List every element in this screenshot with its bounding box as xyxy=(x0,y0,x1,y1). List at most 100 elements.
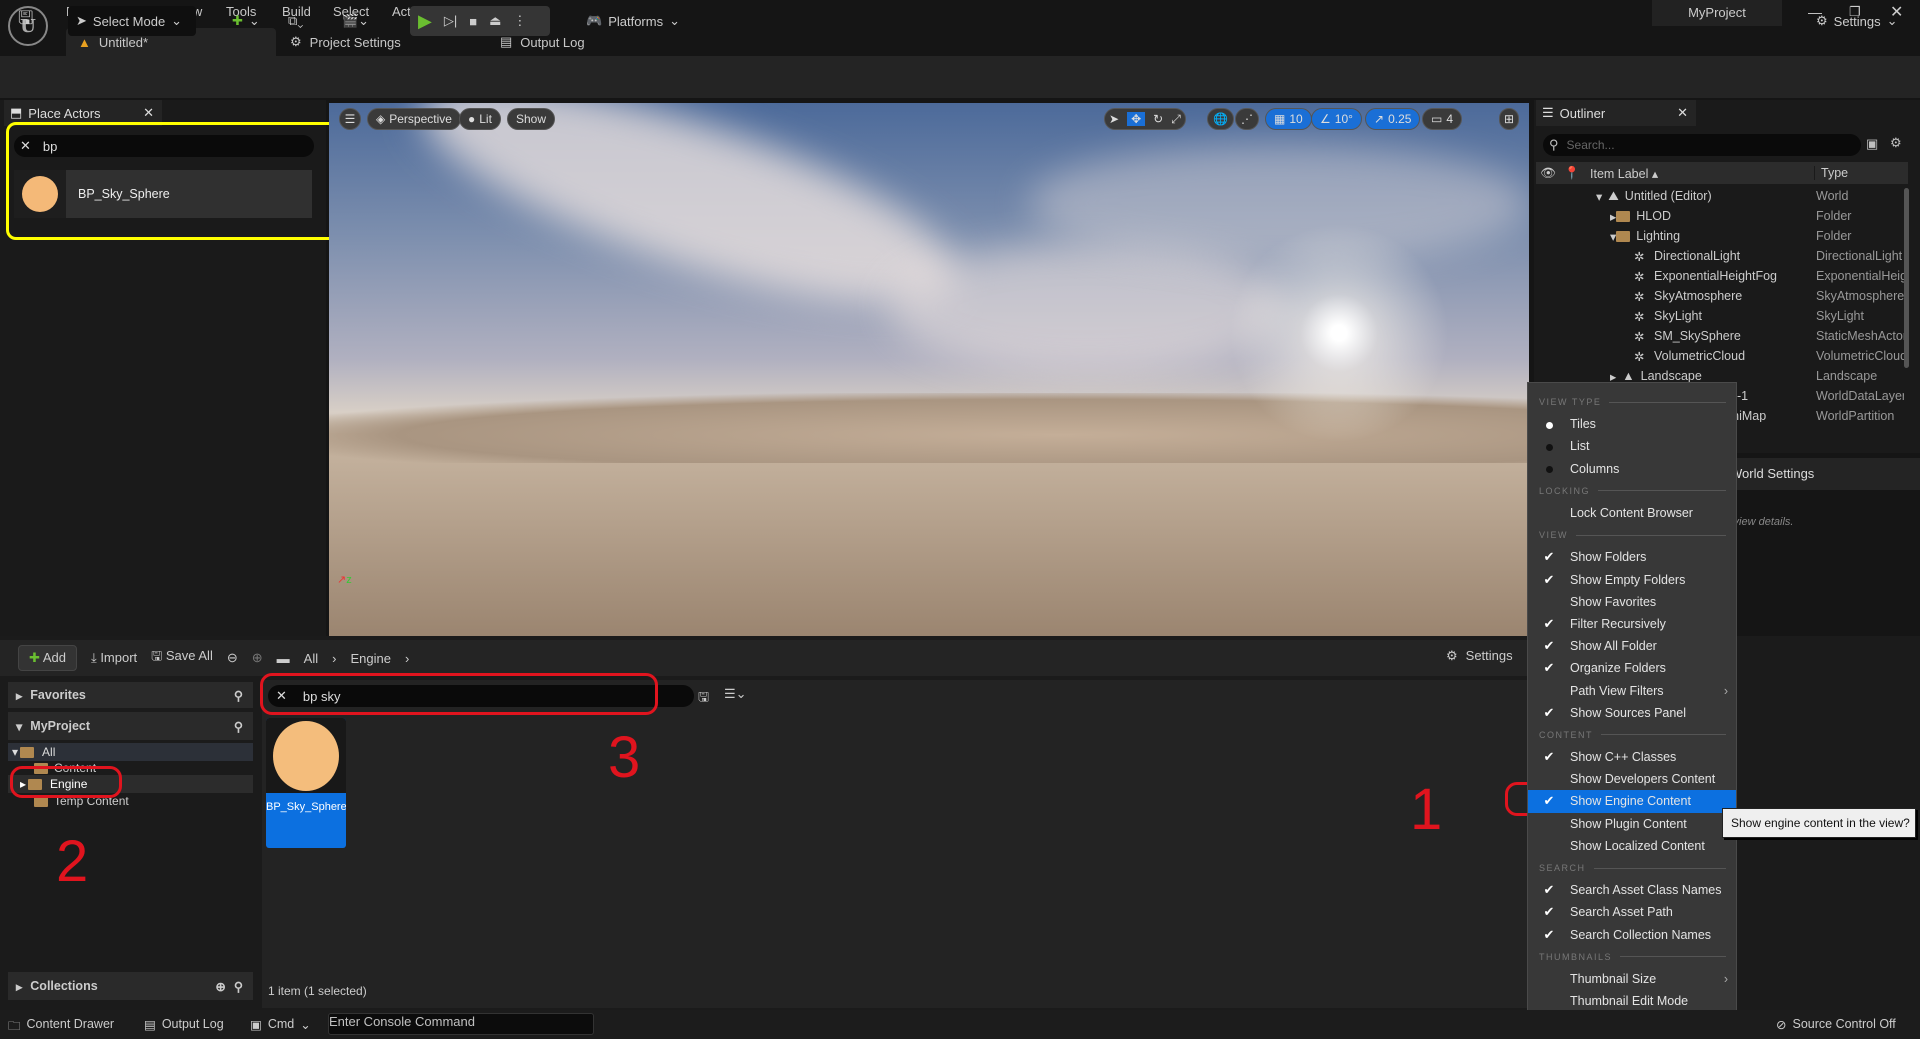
outliner-search[interactable]: ⚲ Search... xyxy=(1543,134,1861,156)
console-command-input[interactable]: Enter Console Command xyxy=(328,1013,594,1035)
rotation-snap[interactable]: ∠ 10° xyxy=(1311,108,1362,130)
menu-item[interactable]: Thumbnail Size › xyxy=(1528,968,1736,990)
world-settings-tab[interactable]: World Settings xyxy=(1730,466,1814,481)
favorites-section[interactable]: ▸ Favorites ⚲ xyxy=(8,682,253,708)
menu-item[interactable]: Columns xyxy=(1528,458,1736,480)
menu-item[interactable]: ✔ Search Collection Names xyxy=(1528,924,1736,946)
menu-item[interactable]: ✔ Show Folders xyxy=(1528,546,1736,568)
outliner-tab[interactable]: ☰ Outliner ✕ xyxy=(1536,100,1696,126)
rotate-icon[interactable]: ↻ xyxy=(1153,112,1163,126)
menu-item[interactable]: Show Developers Content xyxy=(1528,768,1736,790)
search-icon[interactable]: ⚲ xyxy=(234,979,243,994)
expand-icon[interactable]: ▾ xyxy=(1596,189,1602,204)
world-local-toggle[interactable]: 🌐 xyxy=(1207,108,1234,130)
stop-icon[interactable]: ■ xyxy=(469,14,477,29)
breadcrumb-all[interactable]: All xyxy=(304,651,318,666)
add-folder-icon[interactable]: ▣ xyxy=(1866,136,1878,152)
outliner-row[interactable]: ✲ DirectionalLight DirectionalLight xyxy=(1536,246,1906,266)
import-button[interactable]: ⤓ Import xyxy=(91,650,137,666)
add-collection-icon[interactable]: ⊕ xyxy=(215,979,225,994)
lit-button[interactable]: ● Lit xyxy=(459,108,501,130)
more-icon[interactable]: ⋮ xyxy=(513,13,526,29)
outliner-row[interactable]: ✲ SM_SkySphere StaticMeshActor xyxy=(1536,326,1906,346)
viewport-menu-button[interactable]: ☰ xyxy=(339,108,361,130)
grid-snap[interactable]: ▦ 10 xyxy=(1265,108,1312,130)
select-mode-dropdown[interactable]: ➤ Select Mode ⌄ xyxy=(68,6,196,36)
gear-icon[interactable]: ⚙ xyxy=(1890,135,1902,151)
menu-item[interactable]: Show Favorites xyxy=(1528,591,1736,613)
close-icon[interactable]: ✕ xyxy=(1677,105,1688,121)
menu-item[interactable]: ✔ Search Asset Path xyxy=(1528,901,1736,923)
menu-item[interactable]: ✔ Show Engine Content xyxy=(1528,790,1736,813)
outliner-row[interactable]: ✲ VolumetricCloud VolumetricCloud xyxy=(1536,346,1906,366)
view-options-menu: VIEW TYPE Tiles List Columns LOCKING Lock Con… xyxy=(1527,382,1737,1039)
platforms-button[interactable]: 🎮 Platforms ⌄ xyxy=(578,6,688,36)
menu-item[interactable]: ✔ Show All Folder xyxy=(1528,635,1736,657)
menu-item[interactable]: ✔ Show C++ Classes xyxy=(1528,746,1736,768)
cmd-dropdown[interactable]: ▣ Cmd ⌄ xyxy=(250,1017,311,1032)
cinematics-button[interactable]: 🎬⌄ xyxy=(334,6,377,36)
menu-item[interactable]: Lock Content Browser xyxy=(1528,502,1736,524)
filter-icon[interactable]: ☰⌄ xyxy=(724,686,747,702)
save-search-icon[interactable]: 🖫 xyxy=(698,688,709,710)
scale-snap[interactable]: ↗ 0.25 xyxy=(1365,108,1421,130)
surface-snap[interactable]: ⋰ xyxy=(1235,108,1259,130)
select-icon[interactable]: ➤ xyxy=(1109,112,1119,126)
tree-item-all[interactable]: ▾ All xyxy=(8,743,253,761)
item-label-header[interactable]: Item Label ▴ xyxy=(1584,166,1814,181)
menu-item[interactable]: ✔ Organize Folders xyxy=(1528,657,1736,679)
save-icon[interactable]: 🖫 xyxy=(10,6,41,36)
menu-item[interactable]: ✔ Show Empty Folders xyxy=(1528,569,1736,591)
content-drawer-button[interactable]: 🗀 Content Drawer xyxy=(8,1017,114,1038)
menu-item[interactable]: ✔ Filter Recursively xyxy=(1528,613,1736,635)
outliner-scrollbar[interactable] xyxy=(1904,188,1909,368)
menu-item-label: Show Sources Panel xyxy=(1570,705,1687,720)
menu-item[interactable]: Tiles xyxy=(1528,413,1736,435)
source-control-button[interactable]: ⊘ Source Control Off xyxy=(1776,1017,1896,1032)
menu-item[interactable]: Path View Filters › xyxy=(1528,679,1736,701)
outliner-row[interactable]: ✲ ExponentialHeightFog ExponentialHeightFo… xyxy=(1536,266,1906,286)
add-actor-button[interactable]: ✚ ⌄ xyxy=(224,6,268,36)
layout-button[interactable]: ⊞ xyxy=(1499,108,1520,130)
pin-icon[interactable]: 📍 xyxy=(1560,166,1584,181)
menu-item[interactable]: Thumbnail Edit Mode xyxy=(1528,990,1736,1012)
save-all-button[interactable]: 🖫 Save All xyxy=(151,647,213,669)
perspective-button[interactable]: ◈ Perspective xyxy=(367,108,461,130)
content-settings-button[interactable]: ⚙ Settings xyxy=(1446,648,1513,664)
search-icon[interactable]: ⚲ xyxy=(234,719,243,734)
outliner-row[interactable]: ✲ SkyLight SkyLight xyxy=(1536,306,1906,326)
eye-icon[interactable]: 👁 xyxy=(1536,166,1560,181)
level-viewport[interactable]: ↗z ☰ ◈ Perspective ● Lit Show ➤ ✥ ↻ ⤢ 🌐 ⋰ ▦ 10… xyxy=(329,103,1529,636)
item-label: SM_SkySphere xyxy=(1654,329,1741,343)
settings-button[interactable]: ⚙ Settings ⌄ xyxy=(1808,6,1906,36)
step-icon[interactable]: ▷| xyxy=(444,13,457,29)
outliner-row[interactable]: ▾ Lighting Folder xyxy=(1536,226,1906,246)
breadcrumb-engine[interactable]: Engine xyxy=(350,651,390,666)
output-log-button[interactable]: ▤ Output Log xyxy=(144,1017,224,1032)
type-header[interactable]: Type xyxy=(1814,166,1848,180)
close-icon[interactable]: ✕ xyxy=(143,105,154,121)
outliner-row[interactable]: ▾ ⛰ Untitled (Editor) World xyxy=(1536,186,1906,206)
collections-section[interactable]: ▸ Collections ⊕ ⚲ xyxy=(8,972,253,1000)
search-icon[interactable]: ⚲ xyxy=(234,688,243,703)
scale-icon[interactable]: ⤢ xyxy=(1171,112,1181,127)
back-icon[interactable]: ⊖ xyxy=(227,650,238,666)
forward-icon[interactable]: ⊕ xyxy=(252,650,263,666)
menu-item[interactable]: Show Localized Content xyxy=(1528,835,1736,857)
move-icon[interactable]: ✥ xyxy=(1127,112,1146,126)
menu-item[interactable]: ✔ Search Asset Class Names xyxy=(1528,879,1736,901)
menu-item[interactable]: ✔ Show Sources Panel xyxy=(1528,702,1736,724)
outliner-row[interactable]: ▸ HLOD Folder xyxy=(1536,206,1906,226)
camera-speed[interactable]: ▭ 4 xyxy=(1422,108,1463,130)
add-button[interactable]: ✚ Add xyxy=(18,645,77,671)
blueprint-button[interactable]: ⧉⌄ xyxy=(280,6,311,36)
show-button[interactable]: Show xyxy=(507,108,556,130)
myproject-section[interactable]: ▾ MyProject ⚲ xyxy=(8,712,253,740)
annotation-number: 1 xyxy=(1410,777,1443,842)
eject-icon[interactable]: ⏏ xyxy=(489,13,501,29)
menu-item[interactable]: List xyxy=(1528,435,1736,457)
asset-tile[interactable]: BP_Sky_Sphere xyxy=(266,718,346,848)
play-icon[interactable]: ▶ xyxy=(418,11,432,32)
menu-item[interactable]: Show Plugin Content xyxy=(1528,813,1736,835)
outliner-row[interactable]: ✲ SkyAtmosphere SkyAtmosphere xyxy=(1536,286,1906,306)
